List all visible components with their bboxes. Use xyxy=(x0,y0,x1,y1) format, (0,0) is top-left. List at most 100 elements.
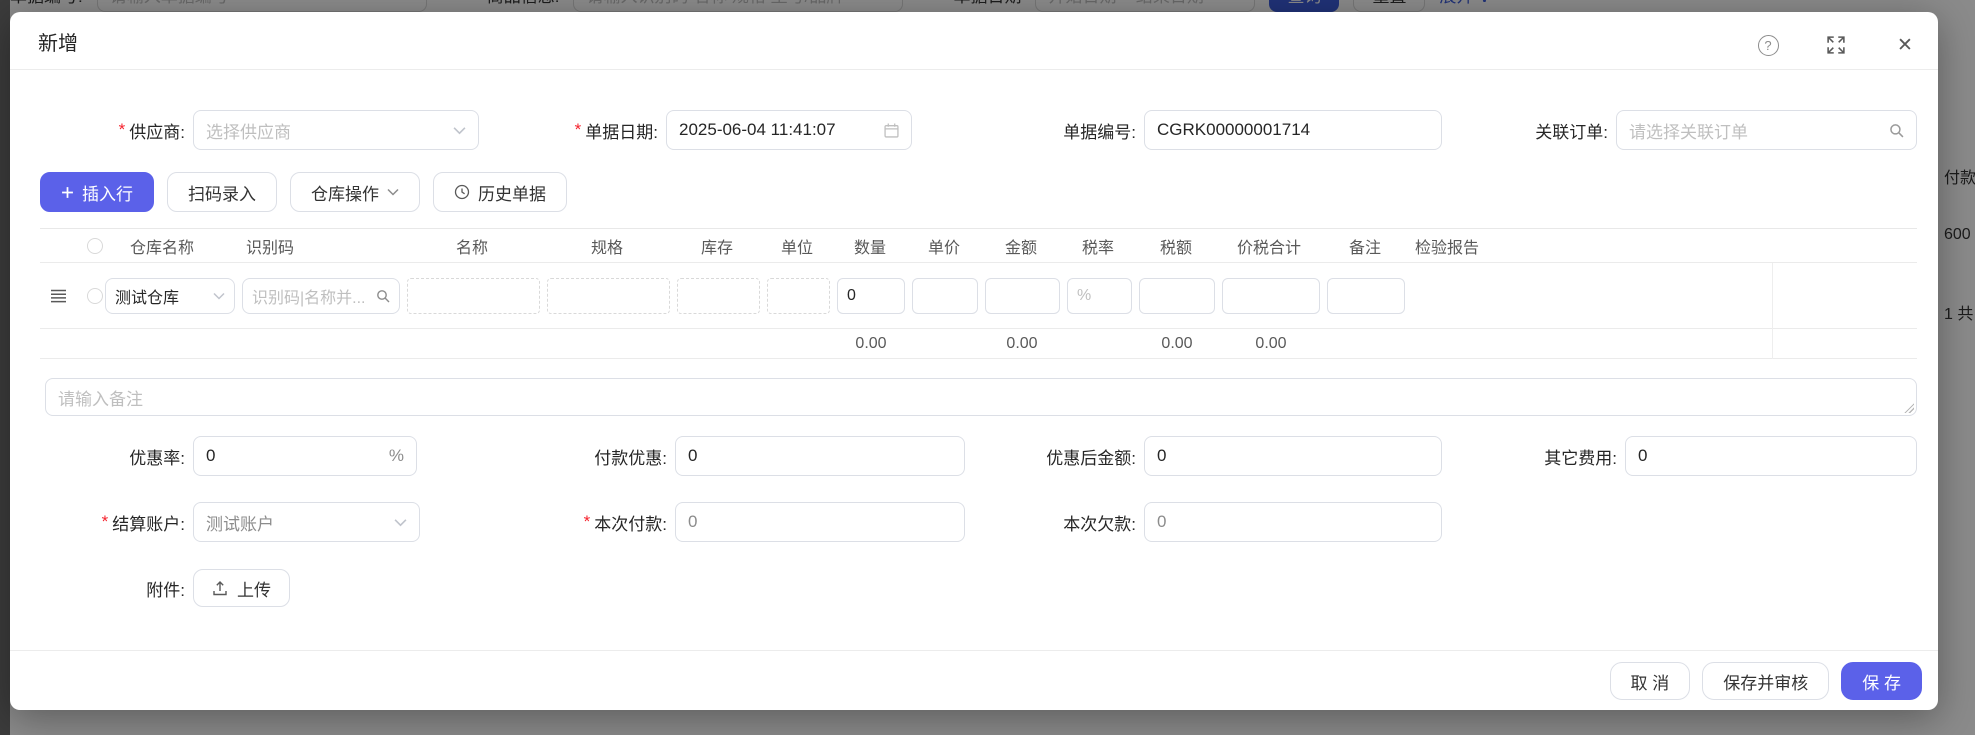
doc-no-field-group: 单据编号: CGRK00000001714 xyxy=(976,110,1442,150)
insert-row-button[interactable]: 插入行 xyxy=(40,172,154,212)
name-cell xyxy=(407,278,540,314)
col-tax: 税额 xyxy=(1160,240,1193,257)
doc-no-input[interactable]: CGRK00000001714 xyxy=(1144,110,1442,150)
scan-entry-button[interactable]: 扫码录入 xyxy=(167,172,277,212)
new-record-modal: 新增 ? ✕ * 供应商: 选择供应商 * 单据日期: 2025-06-04 1… xyxy=(10,12,1938,710)
calendar-icon xyxy=(884,123,899,138)
cancel-button[interactable]: 取 消 xyxy=(1609,662,1691,700)
fullscreen-icon xyxy=(1827,36,1845,54)
warehouse-ops-button[interactable]: 仓库操作 xyxy=(290,172,420,212)
related-order-placeholder: 请选择关联订单 xyxy=(1629,122,1748,142)
fullscreen-button[interactable] xyxy=(1825,34,1847,56)
doc-date-label: * 单据日期: xyxy=(574,120,658,142)
other-fee-group: 其它费用: 0 xyxy=(1457,436,1917,476)
debt-value: 0 xyxy=(1157,512,1167,531)
doc-date-value: 2025-06-04 11:41:07 xyxy=(679,120,836,139)
drag-handle-icon[interactable] xyxy=(50,289,67,303)
debt-input[interactable]: 0 xyxy=(1144,502,1442,542)
related-order-input[interactable]: 请选择关联订单 xyxy=(1616,110,1917,150)
chevron-down-icon xyxy=(213,292,225,300)
col-unit: 单位 xyxy=(781,240,814,257)
settlement-account-value: 测试账户 xyxy=(206,514,274,534)
save-button[interactable]: 保 存 xyxy=(1841,662,1922,700)
table-row: 测试仓库 识别码|名称并... 0 % xyxy=(40,263,1917,329)
doc-date-input[interactable]: 2025-06-04 11:41:07 xyxy=(666,110,912,150)
summary-qty: 0.00 xyxy=(855,335,887,352)
summary-total: 0.00 xyxy=(1255,335,1287,352)
after-discount-value: 0 xyxy=(1157,446,1167,465)
screen: 单据编号: 请输入单据编号 商品信息: 请输入识别码 名称 规格 型号/品牌 单… xyxy=(0,0,1975,735)
remark-cell-input[interactable] xyxy=(1327,278,1405,314)
chevron-down-icon xyxy=(387,188,399,196)
discount-rate-label: 优惠率: xyxy=(129,448,185,468)
tax-input[interactable] xyxy=(1139,278,1215,314)
upload-button[interactable]: 上传 xyxy=(193,569,290,607)
col-report: 检验报告 xyxy=(1415,240,1480,257)
pay-discount-input[interactable]: 0 xyxy=(675,436,965,476)
items-table-header: 仓库名称 识别码 名称 规格 库存 单位 数量 单价 金额 税率 税额 价税合计… xyxy=(40,229,1917,263)
pay-now-input[interactable]: 0 xyxy=(675,502,965,542)
pay-discount-value: 0 xyxy=(688,446,698,465)
qty-input[interactable]: 0 xyxy=(837,278,905,314)
warehouse-select[interactable]: 测试仓库 xyxy=(105,278,235,314)
discount-rate-group: 优惠率: 0 % xyxy=(25,436,417,476)
help-button[interactable]: ? xyxy=(1757,34,1779,56)
pay-discount-label: 付款优惠: xyxy=(594,448,667,468)
supplier-field-group: * 供应商: 选择供应商 xyxy=(25,110,479,150)
plus-icon xyxy=(62,186,73,198)
other-fee-value: 0 xyxy=(1638,446,1648,465)
price-input[interactable] xyxy=(912,278,978,314)
footer-divider xyxy=(10,650,1938,651)
after-discount-input[interactable]: 0 xyxy=(1144,436,1442,476)
discount-rate-input[interactable]: 0 % xyxy=(193,436,417,476)
amount-input[interactable] xyxy=(985,278,1060,314)
remark-placeholder: 请输入备注 xyxy=(58,389,143,409)
doc-no-value: CGRK00000001714 xyxy=(1157,120,1311,139)
header-radio[interactable] xyxy=(87,238,103,254)
discount-rate-value: 0 xyxy=(206,446,216,465)
debt-label: 本次欠款: xyxy=(1063,514,1136,534)
table-divider xyxy=(1772,263,1773,329)
summary-tax: 0.00 xyxy=(1161,335,1193,352)
row-radio[interactable] xyxy=(87,288,103,304)
total-input[interactable] xyxy=(1222,278,1320,314)
col-warehouse: 仓库名称 xyxy=(130,240,195,257)
col-code: 识别码 xyxy=(246,240,295,257)
save-and-audit-button[interactable]: 保存并审核 xyxy=(1702,662,1830,700)
other-fee-label: 其它费用: xyxy=(1544,448,1617,468)
history-docs-button[interactable]: 历史单据 xyxy=(433,172,567,212)
col-spec: 规格 xyxy=(591,240,624,257)
settlement-account-select[interactable]: 测试账户 xyxy=(193,502,420,542)
col-stock: 库存 xyxy=(701,240,734,257)
supplier-select[interactable]: 选择供应商 xyxy=(193,110,479,150)
other-fee-input[interactable]: 0 xyxy=(1625,436,1917,476)
col-tax-rate: 税率 xyxy=(1082,240,1115,257)
col-name: 名称 xyxy=(456,240,489,257)
chevron-down-icon xyxy=(453,126,466,135)
pay-now-group: * 本次付款: 0 xyxy=(507,502,965,542)
tax-rate-input[interactable]: % xyxy=(1067,278,1132,314)
col-total: 价税合计 xyxy=(1237,240,1302,257)
required-marker: * xyxy=(101,512,109,531)
spec-cell xyxy=(547,278,670,314)
tax-rate-placeholder: % xyxy=(1077,287,1092,304)
remark-textarea[interactable]: 请输入备注 xyxy=(45,378,1917,416)
supplier-placeholder: 选择供应商 xyxy=(206,122,291,142)
qty-value: 0 xyxy=(847,287,856,304)
doc-no-label: 单据编号: xyxy=(1063,122,1136,142)
related-order-field-group: 关联订单: 请选择关联订单 xyxy=(1448,110,1917,150)
col-qty: 数量 xyxy=(854,240,887,257)
table-divider xyxy=(1772,329,1773,359)
close-button[interactable]: ✕ xyxy=(1894,34,1916,56)
code-search-input[interactable]: 识别码|名称并... xyxy=(242,278,400,314)
attachment-group: 附件: 上传 xyxy=(25,568,290,608)
search-icon xyxy=(1889,123,1904,138)
pay-now-label: * 本次付款: xyxy=(583,512,667,534)
stock-cell xyxy=(677,278,760,314)
after-discount-label: 优惠后金额: xyxy=(1046,448,1136,468)
code-placeholder: 识别码|名称并... xyxy=(252,290,366,307)
modal-header: 新增 ? ✕ xyxy=(10,12,1938,70)
chevron-down-icon xyxy=(394,518,407,527)
resize-grip[interactable] xyxy=(1903,402,1914,413)
help-icon: ? xyxy=(1757,34,1779,56)
